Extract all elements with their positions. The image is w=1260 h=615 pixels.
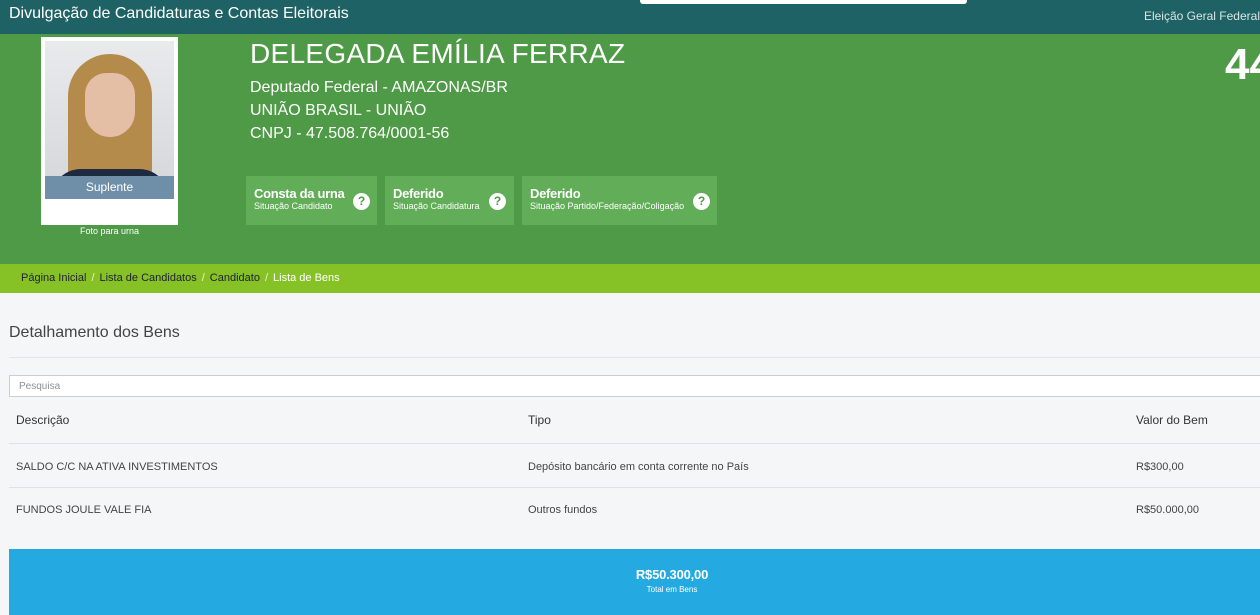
section-title: Detalhamento dos Bens [9,324,180,341]
total-amount: R$50.300,00 [635,567,709,582]
candidate-photo-card: Suplente [41,37,178,225]
candidate-header: Suplente Foto para urna DELEGADA EMÍLIA … [0,34,1260,264]
top-bar: Divulgação de Candidaturas e Contas Elei… [0,0,1260,34]
question-icon[interactable]: ? [693,193,710,210]
breadcrumb-candidates[interactable]: Lista de Candidatos [100,272,197,284]
breadcrumb-candidate[interactable]: Candidato [210,272,260,284]
total-label: Total em Bens [646,585,698,594]
status-sub: Situação Partido/Federação/Coligação [530,201,685,211]
candidate-party: UNIÃO BRASIL - UNIÃO [250,102,427,119]
cell-tipo: Depósito bancário em conta corrente no P… [528,461,749,473]
breadcrumb-current: Lista de Bens [273,272,340,284]
candidate-photo: Suplente [45,41,174,199]
cell-descricao: SALDO C/C NA ATIVA INVESTIMENTOS [16,461,218,473]
cell-descricao: FUNDOS JOULE VALE FIA [16,504,152,516]
election-name[interactable]: Eleição Geral Federal [1144,9,1260,23]
breadcrumb-home[interactable]: Página Inicial [21,272,86,284]
cell-tipo: Outros fundos [528,504,598,516]
table-header-row: Descrição Tipo Valor do Bem [9,398,1260,444]
status-partido: Deferido Situação Partido/Federação/Coli… [522,176,717,225]
photo-face [85,73,135,137]
total-bar: R$50.300,00 Total em Bens [9,549,1260,615]
photo-status-tag: Suplente [45,176,174,199]
app-title[interactable]: Divulgação de Candidaturas e Contas Elei… [9,5,349,23]
cell-valor: R$300,00 [1136,461,1184,473]
candidate-office: Deputado Federal - AMAZONAS/BR [250,79,508,96]
status-main: Deferido [530,186,581,201]
column-header-tipo[interactable]: Tipo [528,413,551,427]
table-row: FUNDOS JOULE VALE FIA Outros fundos R$50… [9,488,1260,534]
search-input[interactable] [9,375,1260,397]
top-search-box[interactable] [640,0,967,4]
breadcrumb-separator: / [201,272,205,284]
status-main: Consta da urna [254,186,345,201]
table-row: SALDO C/C NA ATIVA INVESTIMENTOS Depósit… [9,444,1260,488]
photo-caption: Foto para urna [79,226,140,236]
question-icon[interactable]: ? [353,193,370,210]
status-sub: Situação Candidato [254,201,333,211]
cell-valor: R$50.000,00 [1136,504,1199,516]
column-header-descricao[interactable]: Descrição [16,413,69,427]
status-candidatura: Deferido Situação Candidatura ? [385,176,514,225]
candidate-number: 44 [1225,40,1260,89]
breadcrumb-separator: / [91,272,95,284]
candidate-cnpj: CNPJ - 47.508.764/0001-56 [250,125,450,142]
breadcrumb: Página Inicial / Lista de Candidatos / Candi… [0,264,1260,293]
divider [9,357,1260,358]
column-header-valor[interactable]: Valor do Bem [1136,413,1208,427]
status-candidato: Consta da urna Situação Candidato ? [246,176,377,225]
question-icon[interactable]: ? [489,193,506,210]
candidate-name: DELEGADA EMÍLIA FERRAZ [250,38,626,69]
breadcrumb-separator: / [264,272,269,284]
